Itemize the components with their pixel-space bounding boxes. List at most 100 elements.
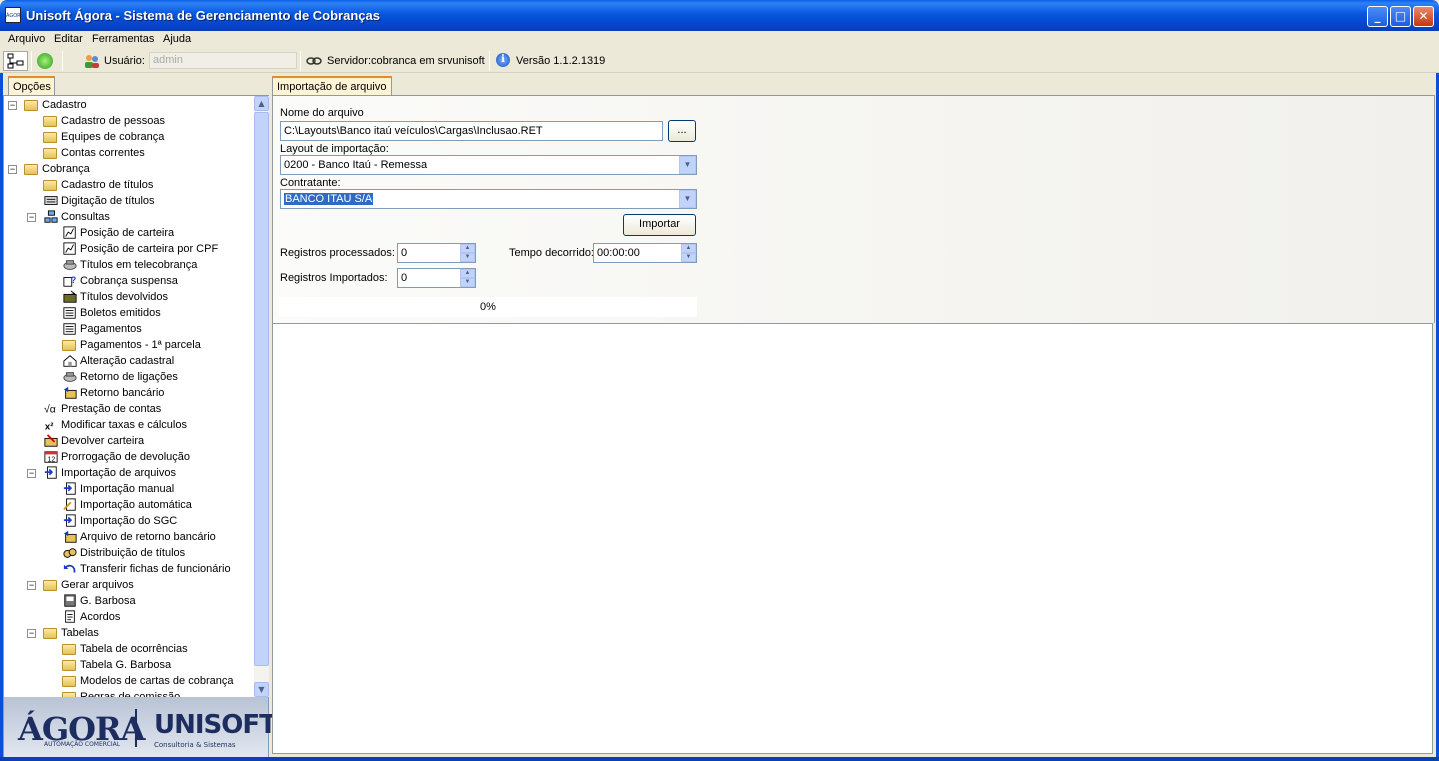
unisoft-logo: UNISOFT bbox=[154, 710, 277, 740]
tree-item-label: Prestação de contas bbox=[61, 403, 162, 415]
chat-icon[interactable] bbox=[37, 53, 53, 69]
logo-divider bbox=[135, 709, 137, 747]
tree-item-label: Digitação de títulos bbox=[61, 195, 155, 207]
tree-item-label: Tabela de ocorrências bbox=[80, 643, 188, 655]
tree-toggle-button[interactable] bbox=[3, 51, 28, 71]
elapsed-label: Tempo decorrido: bbox=[509, 247, 594, 259]
processed-spinner[interactable]: 0 ▲ ▼ bbox=[397, 243, 476, 263]
navigation-tree: Cadastro − Cadastro de pessoas Equipes de c… bbox=[4, 96, 254, 697]
folder-icon bbox=[62, 340, 76, 351]
scroll-down-button[interactable]: ▼ bbox=[254, 682, 269, 697]
processed-label: Registros processados: bbox=[280, 247, 395, 259]
layout-dropdown-button[interactable]: ▼ bbox=[679, 156, 696, 174]
tab-importacao-de-arquivo[interactable]: Importação de arquivo bbox=[272, 76, 392, 95]
file-name-input[interactable]: C:\Layouts\Banco itaú veículos\Cargas\In… bbox=[280, 121, 663, 141]
chevron-down-icon: ▼ bbox=[683, 194, 692, 203]
tree-item-label: Modificar taxas e cálculos bbox=[61, 419, 187, 431]
collapse-icon[interactable]: − bbox=[27, 629, 36, 638]
import-auto-icon bbox=[63, 498, 76, 511]
layout-select-value: 0200 - Banco Itaú - Remessa bbox=[284, 159, 428, 171]
tree-item-label: Títulos devolvidos bbox=[80, 291, 169, 303]
question-icon: ? bbox=[63, 275, 76, 287]
contractor-dropdown-button[interactable]: ▼ bbox=[679, 190, 696, 208]
import-form: Nome do arquivo C:\Layouts\Banco itaú ve… bbox=[272, 95, 1435, 323]
network-icon bbox=[44, 210, 58, 223]
import-log-area[interactable] bbox=[272, 323, 1433, 754]
tree-item-label: Importação automática bbox=[80, 499, 192, 511]
window-frame-bottom bbox=[0, 757, 1439, 761]
import-icon bbox=[63, 514, 76, 527]
tree-item-label: Retorno de ligações bbox=[80, 371, 178, 383]
elapsed-spinner[interactable]: 00:00:00 ▲ ▼ bbox=[593, 243, 697, 263]
collapse-icon[interactable]: − bbox=[27, 581, 36, 590]
scroll-thumb[interactable] bbox=[254, 112, 269, 666]
toolbar: Usuário: admin Servidor:cobranca em srvu… bbox=[0, 49, 1439, 73]
app-icon[interactable]: ÁGORA bbox=[5, 7, 21, 23]
imported-spinner[interactable]: 0 ▲ ▼ bbox=[397, 268, 476, 288]
maximize-icon: □ bbox=[1394, 9, 1407, 23]
imported-value: 0 bbox=[401, 272, 408, 284]
house-icon bbox=[63, 355, 77, 367]
tree-item-label: Transferir fichas de funcionário bbox=[80, 563, 231, 575]
spin-down-button[interactable]: ▼ bbox=[460, 253, 475, 262]
folder-icon bbox=[62, 660, 76, 671]
tree-item-label: Importação do SGC bbox=[80, 515, 178, 527]
keyboard-icon bbox=[44, 196, 58, 205]
minimize-button[interactable]: _ bbox=[1367, 6, 1388, 27]
list-icon bbox=[63, 307, 76, 319]
collapse-icon[interactable]: − bbox=[8, 165, 17, 174]
distribute-icon bbox=[63, 548, 77, 558]
phone-icon bbox=[63, 372, 77, 382]
tab-opcoes[interactable]: Opções bbox=[8, 76, 55, 95]
version-info: Versão 1.1.2.1319 bbox=[516, 55, 606, 67]
minimize-icon: _ bbox=[1374, 9, 1381, 23]
spin-up-button[interactable]: ▲ bbox=[460, 244, 475, 253]
maximize-button[interactable]: □ bbox=[1390, 6, 1411, 27]
svg-text:12: 12 bbox=[48, 456, 56, 463]
close-icon: ✕ bbox=[1418, 9, 1429, 23]
tree-item-label: Prorrogação de devolução bbox=[61, 451, 191, 463]
spin-up-button[interactable]: ▲ bbox=[681, 244, 696, 253]
folder-icon bbox=[43, 116, 57, 127]
tree-scrollbar[interactable]: ▲ ▼ bbox=[254, 96, 269, 697]
phone-icon bbox=[63, 260, 77, 270]
import-button[interactable]: Importar bbox=[623, 214, 696, 236]
chevron-up-icon: ▲ bbox=[258, 99, 265, 108]
document-icon bbox=[65, 610, 75, 623]
svg-text:√α: √α bbox=[44, 404, 56, 416]
spin-up-button[interactable]: ▲ bbox=[460, 269, 475, 278]
spin-down-button[interactable]: ▼ bbox=[681, 253, 696, 262]
toolbar-separator bbox=[489, 51, 490, 71]
tree-item-label: Tabela G. Barbosa bbox=[80, 659, 172, 671]
bank-return-icon bbox=[63, 386, 77, 399]
scroll-up-button[interactable]: ▲ bbox=[254, 96, 269, 111]
folder-open-icon bbox=[43, 628, 57, 639]
contractor-select[interactable]: BANCO ITAU S/A ▼ bbox=[280, 189, 697, 209]
tree-icon bbox=[7, 53, 24, 69]
collapse-icon[interactable]: − bbox=[27, 469, 36, 478]
menu-arquivo[interactable]: Arquivo bbox=[8, 33, 45, 45]
tree-item-label: Retorno bancário bbox=[80, 387, 165, 399]
folder-open-icon bbox=[24, 164, 38, 175]
tree-item-label: Cadastro de títulos bbox=[61, 179, 154, 191]
chart-icon bbox=[63, 226, 76, 239]
spin-down-button[interactable]: ▼ bbox=[460, 278, 475, 287]
folder-icon bbox=[43, 148, 57, 159]
server-link-icon bbox=[306, 57, 322, 65]
collapse-icon[interactable]: − bbox=[8, 101, 17, 110]
browse-button[interactable]: ... bbox=[668, 120, 696, 142]
menu-editar[interactable]: Editar bbox=[54, 33, 83, 45]
tree-item-label: Acordos bbox=[80, 611, 121, 623]
collapse-icon[interactable]: − bbox=[27, 213, 36, 222]
title-bar[interactable]: ÁGORA Unisoft Ágora - Sistema de Gerenci… bbox=[0, 0, 1439, 31]
menu-ajuda[interactable]: Ajuda bbox=[163, 33, 191, 45]
folder-icon bbox=[43, 180, 57, 191]
logo-banner: ÁGORA AUTOMAÇÃO COMERCIAL UNISOFT Consul… bbox=[4, 697, 277, 757]
folder-open-icon bbox=[24, 100, 38, 111]
svg-text:x²: x² bbox=[45, 421, 54, 432]
folder-icon bbox=[62, 676, 76, 687]
layout-select[interactable]: 0200 - Banco Itaú - Remessa ▼ bbox=[280, 155, 697, 175]
processed-value: 0 bbox=[401, 247, 408, 259]
menu-ferramentas[interactable]: Ferramentas bbox=[92, 33, 154, 45]
close-button[interactable]: ✕ bbox=[1413, 6, 1434, 27]
